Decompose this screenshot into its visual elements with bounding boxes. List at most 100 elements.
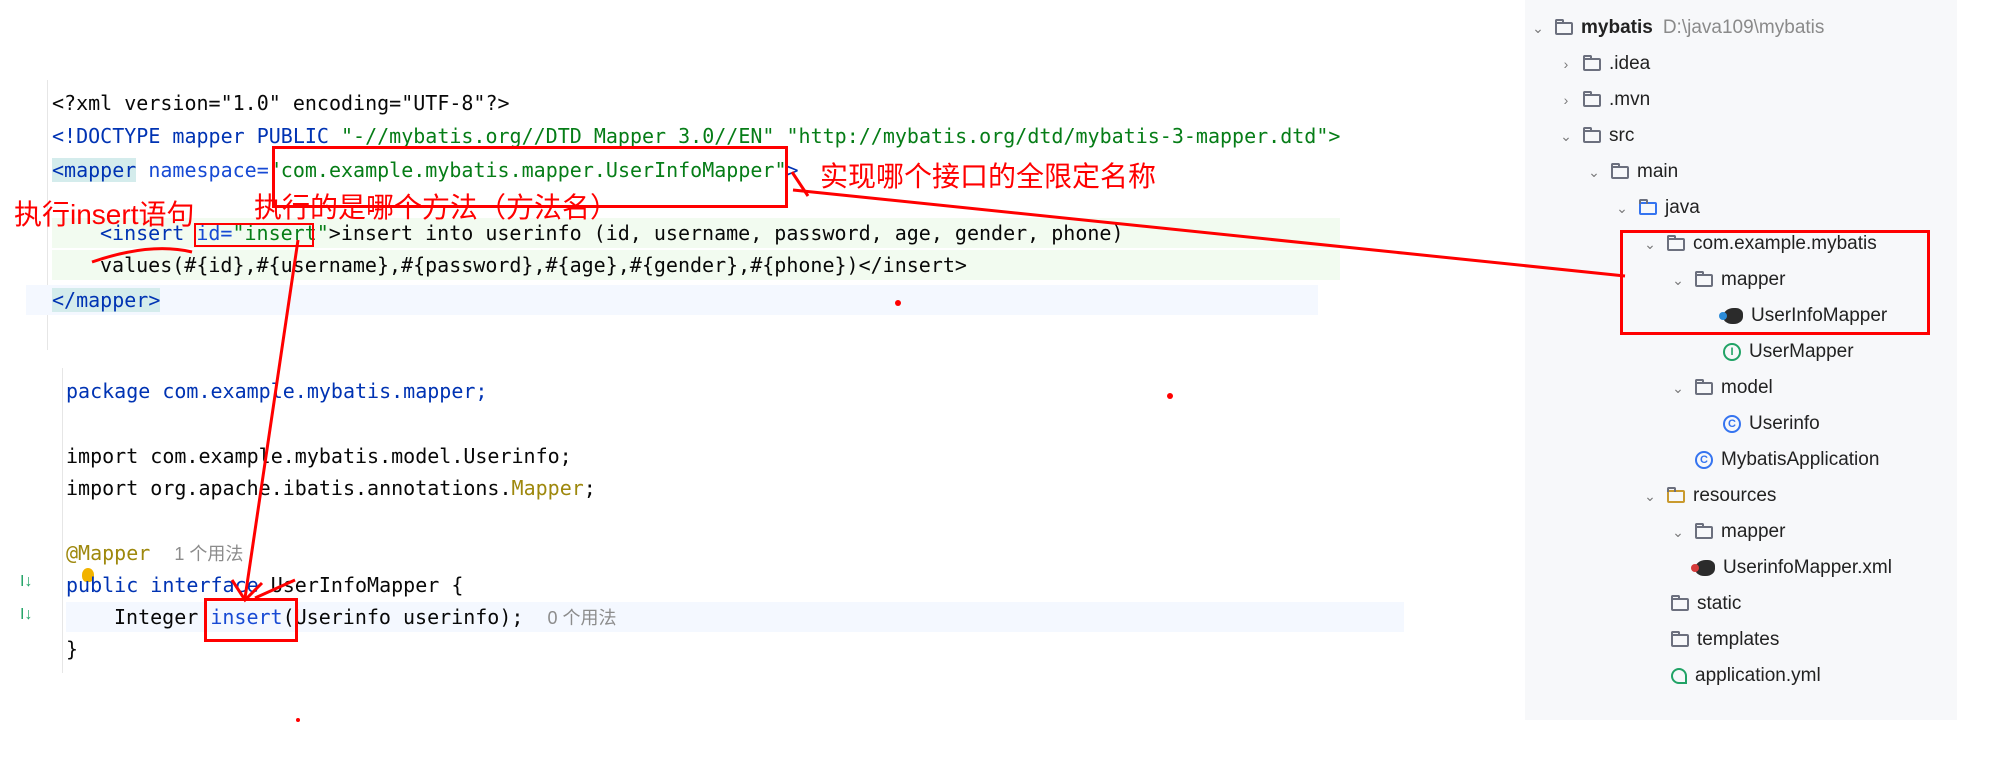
method-highlight-box	[204, 598, 298, 642]
chevron-down-icon[interactable]: ⌄	[1559, 118, 1573, 154]
mapper-open-bracket: >	[786, 158, 799, 182]
insert-values: values(#{id},#{username},#{password},#{a…	[100, 253, 967, 277]
folder-icon	[1583, 54, 1601, 71]
tree-item-label: static	[1697, 593, 1742, 614]
tree-item-label: resources	[1693, 485, 1777, 506]
class-icon: C	[1723, 415, 1741, 433]
chevron-down-icon[interactable]: ⌄	[1671, 514, 1685, 550]
mapper-open-tag: <mapper	[52, 158, 137, 182]
namespace-attr: namespace=	[136, 158, 269, 182]
annotation-method-name: 执行的是哪个方法（方法名）	[254, 192, 619, 223]
public-interface-keyword: public interface	[66, 573, 271, 597]
folder-icon	[1583, 126, 1601, 143]
tree-item-label: src	[1609, 125, 1635, 146]
package-icon	[1695, 378, 1713, 395]
java-editor[interactable]: package com.example.mybatis.mapper; impo…	[0, 368, 1404, 698]
tree-item-label: main	[1637, 161, 1679, 182]
tree-item-label: .idea	[1609, 53, 1651, 74]
tree-item-mybatisapplication[interactable]: C MybatisApplication	[1695, 442, 1879, 478]
folder-icon	[1671, 630, 1689, 647]
mapper-annotation: @Mapper	[66, 541, 151, 565]
package-stmt: package com.example.mybatis.mapper;	[66, 379, 488, 403]
tree-item-application-yml[interactable]: application.yml	[1671, 658, 1821, 694]
tree-item-usermapper[interactable]: I UserMapper	[1723, 334, 1854, 370]
chevron-down-icon[interactable]: ⌄	[1587, 154, 1601, 190]
id-highlight-box	[194, 223, 314, 247]
root-path: D:\java109\mybatis	[1662, 17, 1825, 38]
tree-item-label: MybatisApplication	[1721, 449, 1880, 470]
annotation-insert-statement: 执行insert语句	[14, 199, 195, 230]
tree-item-label: mapper	[1721, 521, 1786, 542]
usage-hint-0[interactable]: 0 个用法	[548, 608, 617, 628]
chevron-down-icon[interactable]: ⌄	[1671, 370, 1685, 406]
tree-item-userinfomapper-xml[interactable]: UserinfoMapper.xml	[1691, 550, 1892, 586]
chevron-down-icon[interactable]: ⌄	[1643, 478, 1657, 514]
xml-line-6[interactable]: </mapper>	[26, 285, 1318, 315]
chevron-down-icon[interactable]: ⌄	[1615, 190, 1629, 226]
usage-hint-1[interactable]: 1 个用法	[174, 544, 243, 564]
import-userinfo: import com.example.mybatis.model.Userinf…	[66, 444, 572, 468]
tree-item-label: templates	[1697, 629, 1780, 650]
implementation-gutter-icon[interactable]: I↓	[20, 573, 32, 591]
annotation-interface-name: 实现哪个接口的全限定名称	[820, 161, 1157, 192]
import-annotations: import org.apache.ibatis.annotations.	[66, 476, 512, 500]
tree-root[interactable]: ⌄ mybatis D:\java109\mybatis	[1531, 10, 1824, 46]
tree-item-idea[interactable]: › .idea	[1559, 46, 1651, 82]
tree-item-label: application.yml	[1695, 665, 1821, 686]
java-line-close[interactable]: }	[66, 634, 78, 664]
tree-item-model[interactable]: ⌄ model	[1671, 370, 1773, 406]
folder-icon	[1671, 594, 1689, 611]
project-tree[interactable]: ⌄ mybatis D:\java109\mybatis › .idea › .mv…	[1525, 0, 1957, 720]
doctype-public-id: "-//mybatis.org//DTD Mapper 3.0//EN"	[340, 124, 775, 148]
tree-item-mapper-folder[interactable]: ⌄ mapper	[1671, 514, 1785, 550]
tree-item-label: UserinfoMapper.xml	[1723, 557, 1892, 578]
folder-icon	[1583, 90, 1601, 107]
tree-item-templates[interactable]: templates	[1671, 622, 1779, 658]
import-semicolon: ;	[583, 476, 596, 500]
java-gutter-divider	[62, 368, 63, 673]
tree-item-label: model	[1721, 377, 1773, 398]
spring-app-icon: C	[1695, 451, 1713, 469]
return-type: Integer	[114, 605, 211, 629]
tree-item-label: UserMapper	[1749, 341, 1854, 362]
root-name: mybatis	[1581, 17, 1653, 38]
xml-line-5[interactable]: values(#{id},#{username},#{password},#{a…	[52, 250, 1340, 280]
java-line-interface[interactable]: public interface UserInfoMapper {	[66, 570, 463, 600]
stray-mark-3	[296, 718, 300, 722]
interface-icon: I	[1723, 343, 1741, 361]
tree-item-resources[interactable]: ⌄ resources	[1643, 478, 1776, 514]
chevron-right-icon[interactable]: ›	[1559, 46, 1573, 82]
java-line-annotation[interactable]: @Mapper 1 个用法	[66, 538, 243, 568]
tree-item-java[interactable]: ⌄ java	[1615, 190, 1700, 226]
tree-highlight-box	[1620, 230, 1930, 335]
module-folder-icon	[1555, 18, 1573, 35]
tree-item-src[interactable]: ⌄ src	[1559, 118, 1634, 154]
mybatis-xml-icon	[1691, 560, 1715, 576]
chevron-down-icon[interactable]: ⌄	[1531, 10, 1545, 46]
tree-item-label: java	[1665, 197, 1700, 218]
resources-folder-icon	[1667, 486, 1685, 503]
doctype-tag: <!DOCTYPE mapper PUBLIC	[52, 124, 341, 148]
implementation-gutter-icon[interactable]: I↓	[20, 606, 32, 624]
tree-item-main[interactable]: ⌄ main	[1587, 154, 1678, 190]
tree-item-label: .mvn	[1609, 89, 1651, 110]
method-params: (Userinfo userinfo);	[282, 605, 524, 629]
import-mapper-class: Mapper	[511, 476, 584, 500]
xml-declaration: <?xml version="1.0" encoding="UTF-8"?>	[52, 91, 510, 115]
tree-item-mvn[interactable]: › .mvn	[1559, 82, 1651, 118]
closing-brace: }	[66, 637, 79, 661]
java-line-package[interactable]: package com.example.mybatis.mapper;	[66, 376, 487, 406]
folder-icon	[1611, 162, 1629, 179]
xml-line-1[interactable]: <?xml version="1.0" encoding="UTF-8"?>	[52, 88, 510, 118]
source-folder-icon	[1639, 198, 1657, 215]
doctype-system-id: "http://mybatis.org/dtd/mybatis-3-mapper…	[774, 124, 1341, 148]
yaml-icon	[1671, 668, 1687, 684]
folder-icon	[1695, 522, 1713, 539]
chevron-right-icon[interactable]: ›	[1559, 82, 1573, 118]
tree-item-static[interactable]: static	[1671, 586, 1741, 622]
java-line-import-2[interactable]: import org.apache.ibatis.annotations.Map…	[66, 473, 596, 503]
tree-item-userinfo[interactable]: C Userinfo	[1723, 406, 1820, 442]
java-line-import-1[interactable]: import com.example.mybatis.model.Userinf…	[66, 441, 572, 471]
tree-item-label: Userinfo	[1749, 413, 1820, 434]
interface-name: UserInfoMapper {	[270, 573, 464, 597]
